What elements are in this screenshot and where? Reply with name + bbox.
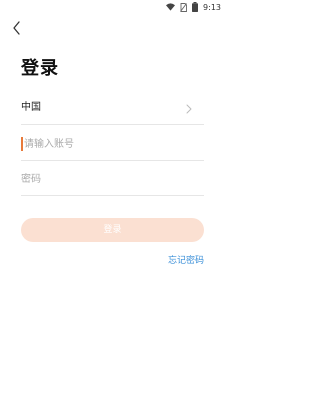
password-field-row <box>21 165 204 196</box>
text-cursor <box>21 137 23 151</box>
account-input[interactable] <box>24 134 204 154</box>
status-time: 9:13 <box>203 2 221 12</box>
no-sim-icon <box>180 2 187 12</box>
status-bar: 9:13 <box>0 0 225 14</box>
login-button[interactable]: 登录 <box>21 218 204 242</box>
chevron-left-icon <box>13 21 20 35</box>
password-input[interactable] <box>21 169 204 189</box>
forgot-password-link[interactable]: 忘记密码 <box>168 255 204 268</box>
status-icons: 9:13 <box>166 1 221 13</box>
page-title: 登录 <box>21 58 59 79</box>
wifi-icon <box>166 3 176 11</box>
chevron-right-icon <box>186 104 192 114</box>
country-selector[interactable]: 中国 <box>21 94 204 125</box>
battery-icon <box>192 2 199 12</box>
back-button[interactable] <box>10 20 26 36</box>
account-field-row <box>21 130 204 161</box>
country-value: 中国 <box>21 102 41 113</box>
login-screen: 9:13 登录 中国 登录 忘记密码 <box>0 0 225 400</box>
